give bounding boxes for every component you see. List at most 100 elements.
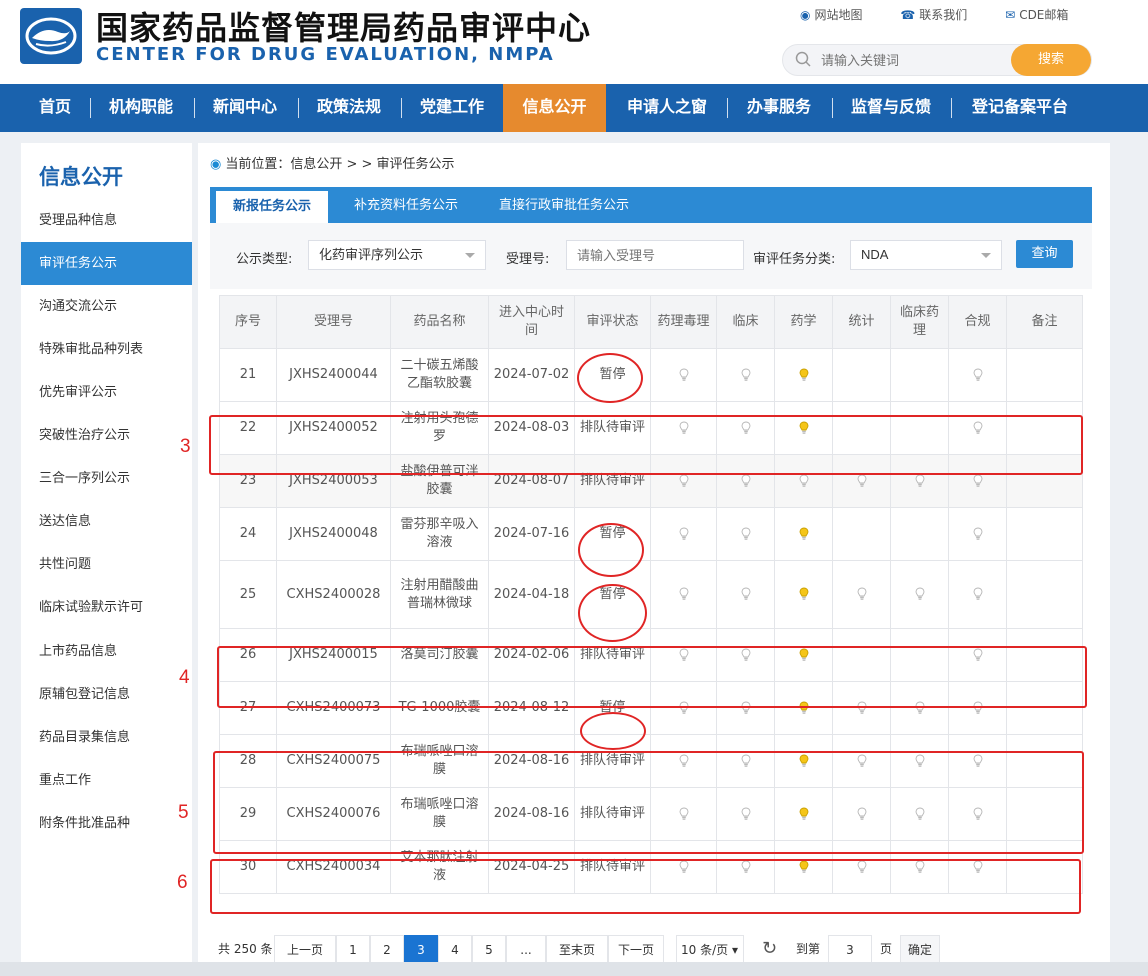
- table-row: 25 CXHS2400028 注射用醋酸曲普瑞林微球 2024-04-18 暂停: [219, 560, 1083, 629]
- sidebar-item[interactable]: 重点工作: [21, 759, 192, 802]
- nav-divider: [194, 98, 195, 118]
- sitemap-link[interactable]: ◉ 网站地图: [800, 8, 863, 22]
- page-size-select[interactable]: 10 条/页 ▾: [676, 935, 744, 963]
- nav-services[interactable]: 办事服务: [733, 84, 825, 132]
- nav-divider: [90, 98, 91, 118]
- goto-page-input[interactable]: 3: [828, 935, 872, 963]
- table-body: 21 JXHS2400044 二十碳五烯酸乙酯软胶囊 2024-07-02 暂停 22 JX…: [219, 348, 1083, 894]
- empty-cell: [1006, 787, 1083, 841]
- table-row: 22 JXHS2400052 注射用头孢德罗 2024-08-03 排队待审评: [219, 401, 1083, 455]
- acceptance-number-cell: JXHS2400048: [276, 507, 391, 561]
- category-label: 审评任务分类:: [753, 252, 836, 267]
- bulb-cell: [832, 560, 891, 629]
- row-number-cell: 21: [219, 348, 277, 402]
- entry-date-cell: 2024-08-16: [488, 787, 575, 841]
- type-select[interactable]: 化药审评序列公示: [308, 240, 486, 270]
- category-select[interactable]: NDA: [850, 240, 1002, 270]
- bulb-cell: [890, 454, 949, 508]
- lightbulb-off-icon: [679, 367, 689, 382]
- next-page-button[interactable]: 下一页: [608, 935, 664, 963]
- lightbulb-off-icon: [973, 806, 983, 821]
- lightbulb-off-icon: [915, 753, 925, 768]
- sidebar-item[interactable]: 附条件批准品种: [21, 802, 192, 845]
- sidebar: 信息公开 受理品种信息 审评任务公示 沟通交流公示 特殊审批品种列表 优先审评公…: [21, 143, 192, 976]
- bulb-cell: [650, 628, 717, 682]
- page-button[interactable]: 2: [370, 935, 404, 963]
- nav-functions[interactable]: 机构职能: [96, 84, 186, 132]
- sidebar-item[interactable]: 临床试验默示许可: [21, 586, 192, 629]
- entry-date-cell: 2024-08-16: [488, 734, 575, 788]
- query-button[interactable]: 查询: [1016, 240, 1073, 268]
- sidebar-item[interactable]: 共性问题: [21, 543, 192, 586]
- search-input[interactable]: [821, 50, 1001, 70]
- nav-info-public[interactable]: 信息公开: [503, 84, 606, 132]
- page-button-current[interactable]: 3: [404, 935, 438, 963]
- empty-cell: [832, 628, 891, 682]
- bulb-cell: [716, 840, 775, 894]
- nav-registration[interactable]: 登记备案平台: [957, 84, 1083, 132]
- tab-direct-approval-tasks[interactable]: 直接行政审批任务公示: [486, 187, 642, 223]
- row-number-cell: 28: [219, 734, 277, 788]
- table-row: 26 JXHS2400015 洛莫司汀胶囊 2024-02-06 排队待审评: [219, 628, 1083, 682]
- acceptance-number-cell: CXHS2400073: [276, 681, 391, 735]
- lightbulb-off-icon: [679, 420, 689, 435]
- page-button[interactable]: 5: [472, 935, 506, 963]
- contact-link[interactable]: ☎ 联系我们: [900, 8, 967, 22]
- email-link[interactable]: ✉ CDE邮箱: [1005, 8, 1068, 22]
- prev-page-button[interactable]: 上一页: [274, 935, 336, 963]
- nav-home[interactable]: 首页: [24, 84, 86, 132]
- bulb-cell: [948, 787, 1007, 841]
- lightbulb-off-icon: [973, 647, 983, 662]
- sidebar-item[interactable]: 优先审评公示: [21, 371, 192, 414]
- empty-cell: [832, 348, 891, 402]
- bulb-cell: [650, 401, 717, 455]
- entry-date-cell: 2024-04-25: [488, 840, 575, 894]
- tab-supplement-tasks[interactable]: 补充资料任务公示: [342, 187, 470, 223]
- sidebar-item[interactable]: 突破性治疗公示: [21, 414, 192, 457]
- col-header: 药理毒理: [650, 295, 717, 349]
- lightbulb-off-icon: [741, 420, 751, 435]
- bulb-cell: [774, 454, 833, 508]
- lightbulb-off-icon: [915, 700, 925, 715]
- page-ellipsis[interactable]: ...: [506, 935, 546, 963]
- page-button[interactable]: 4: [438, 935, 472, 963]
- sidebar-item[interactable]: 上市药品信息: [21, 630, 192, 673]
- page-button[interactable]: 1: [336, 935, 370, 963]
- nav-party[interactable]: 党建工作: [407, 84, 497, 132]
- lightbulb-off-icon: [741, 700, 751, 715]
- sidebar-item[interactable]: 送达信息: [21, 500, 192, 543]
- acceptance-number-cell: CXHS2400034: [276, 840, 391, 894]
- acceptance-number-cell: CXHS2400075: [276, 734, 391, 788]
- sidebar-item[interactable]: 三合一序列公示: [21, 457, 192, 500]
- nav-news[interactable]: 新闻中心: [200, 84, 290, 132]
- top-links: ◉ 网站地图 ☎ 联系我们 ✉ CDE邮箱: [800, 6, 1102, 23]
- refresh-icon[interactable]: ↻: [762, 935, 777, 963]
- tab-new-tasks[interactable]: 新报任务公示: [216, 191, 328, 223]
- sidebar-title: 信息公开: [39, 165, 123, 189]
- bulb-cell: [948, 507, 1007, 561]
- cde-logo[interactable]: [20, 8, 82, 64]
- confirm-button[interactable]: 确定: [900, 935, 940, 963]
- accept-no-input[interactable]: [566, 240, 744, 270]
- sidebar-item[interactable]: 受理品种信息: [21, 199, 192, 242]
- entry-date-cell: 2024-07-02: [488, 348, 575, 402]
- nav-policy[interactable]: 政策法规: [304, 84, 394, 132]
- sidebar-item[interactable]: 药品目录集信息: [21, 716, 192, 759]
- sidebar-item[interactable]: 沟通交流公示: [21, 285, 192, 328]
- sidebar-item[interactable]: 特殊审批品种列表: [21, 328, 192, 371]
- last-page-button[interactable]: 至末页: [546, 935, 608, 963]
- sidebar-item[interactable]: 原辅包登记信息: [21, 673, 192, 716]
- bulb-cell: [890, 560, 949, 629]
- mail-icon: ✉: [1005, 8, 1016, 22]
- acceptance-number-cell: JXHS2400044: [276, 348, 391, 402]
- nav-feedback[interactable]: 监督与反馈: [838, 84, 944, 132]
- lightbulb-off-icon: [741, 806, 751, 821]
- sidebar-item-active[interactable]: 审评任务公示: [21, 242, 192, 285]
- col-header: 受理号: [276, 295, 391, 349]
- bulb-cell: [890, 681, 949, 735]
- bulb-cell: [650, 681, 717, 735]
- empty-cell: [1006, 560, 1083, 629]
- drug-name-cell: 布瑞哌唑口溶膜: [390, 787, 489, 841]
- nav-applicant[interactable]: 申请人之窗: [612, 84, 722, 132]
- search-button[interactable]: 搜索: [1011, 44, 1091, 76]
